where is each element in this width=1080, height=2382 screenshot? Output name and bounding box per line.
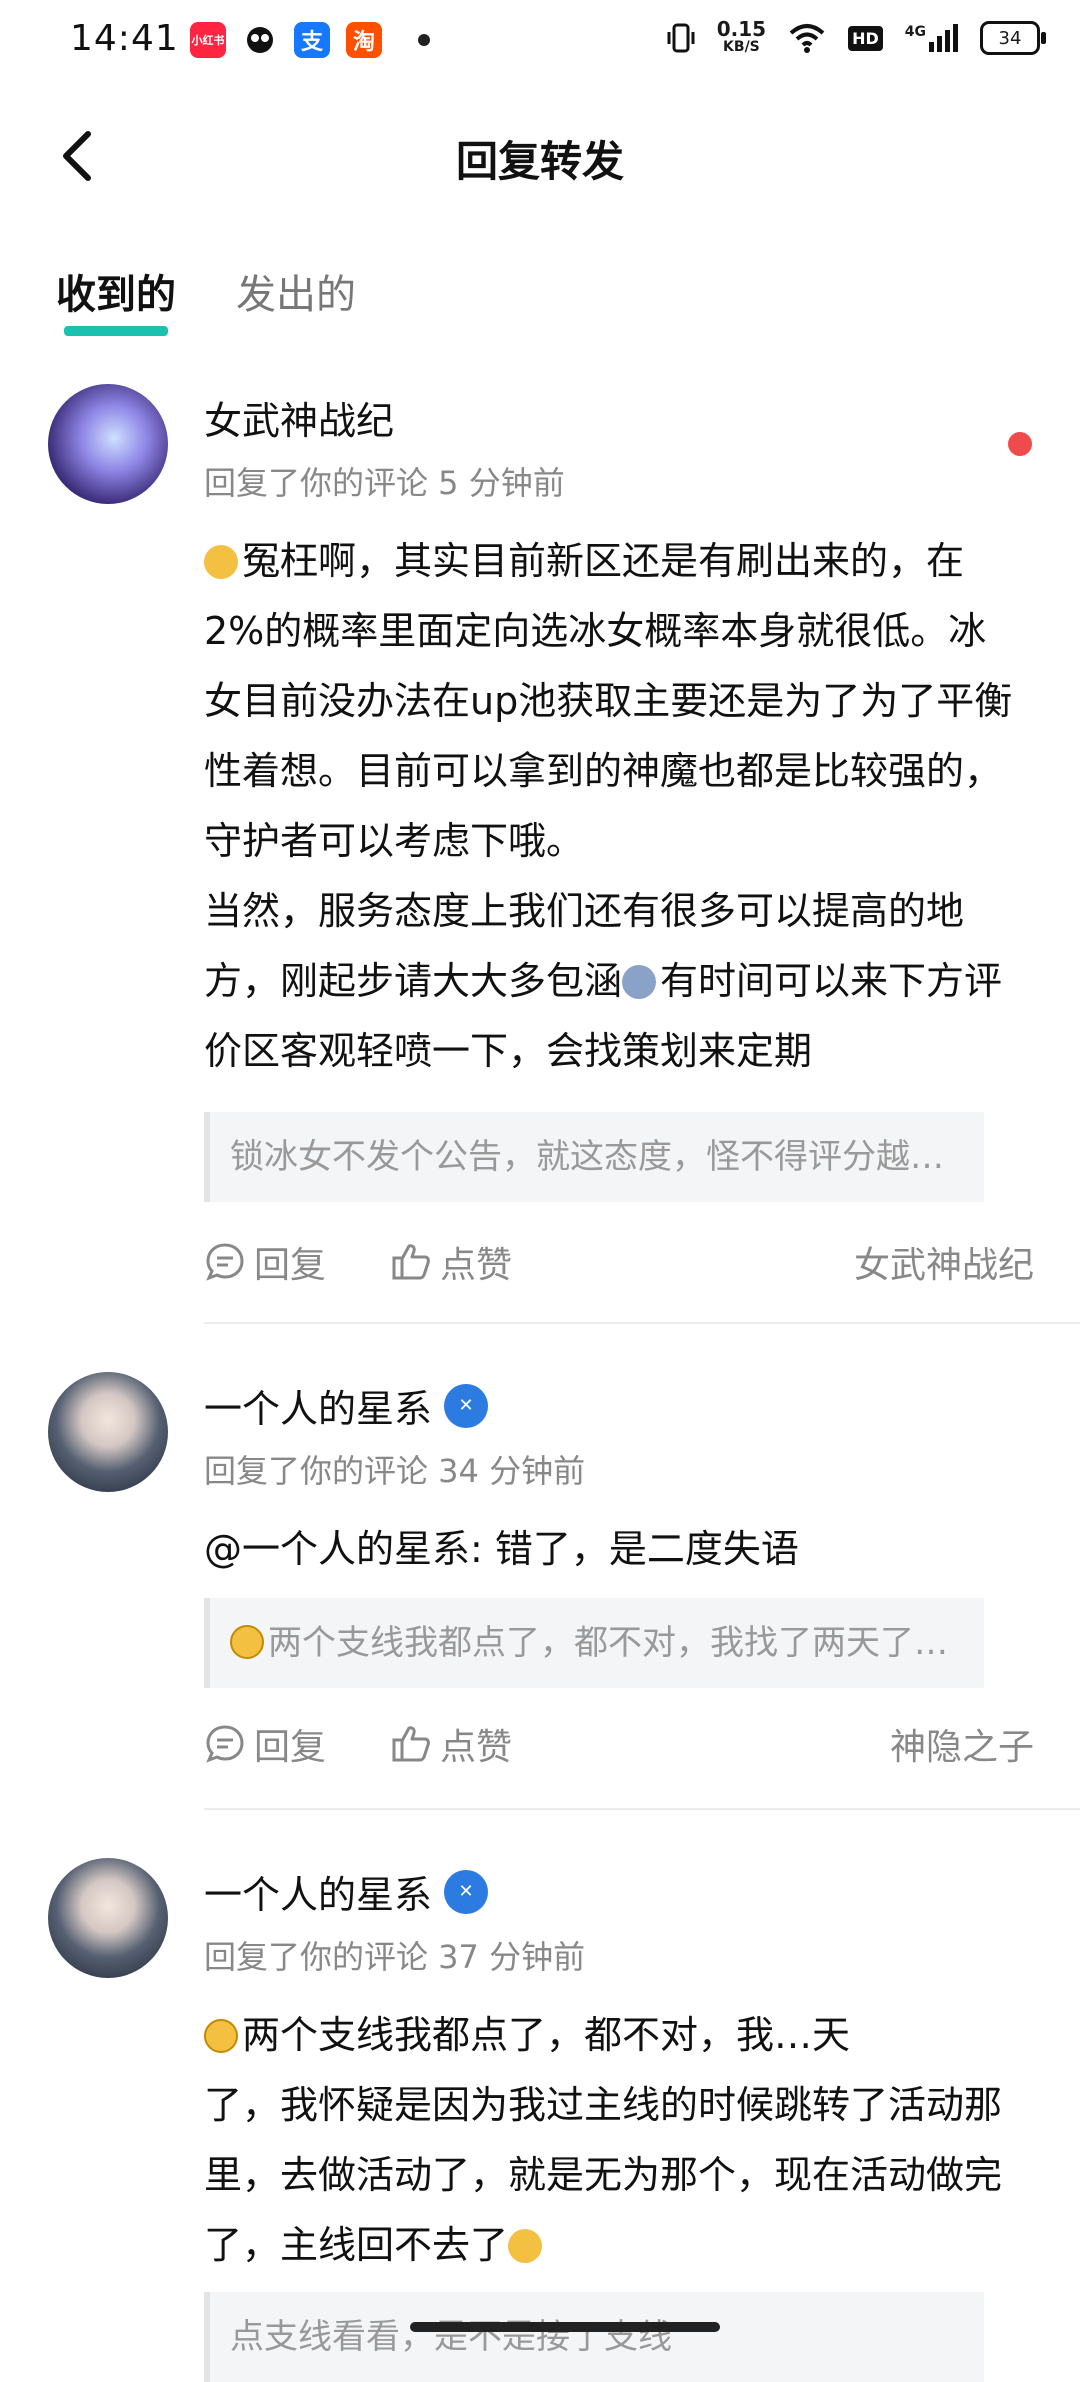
signal-icon: 4G bbox=[905, 24, 958, 52]
tab-sent[interactable]: 发出的 bbox=[236, 262, 356, 322]
unread-dot bbox=[1008, 432, 1032, 456]
reply-meta: 回复了你的评论 34 分钟前 bbox=[204, 1452, 586, 1490]
quoted-comment[interactable]: 点支线看看，是不是接了支线 bbox=[204, 2292, 984, 2382]
divider bbox=[204, 1808, 1080, 1810]
emoji-icon bbox=[204, 2019, 238, 2053]
system-icons: 0.15 KB/S HD 4G 34 bbox=[667, 17, 1046, 56]
comment-icon bbox=[206, 1725, 244, 1763]
thumbs-up-icon bbox=[392, 1726, 430, 1762]
xiaohongshu-icon: 小红书 bbox=[190, 22, 226, 58]
quoted-comment[interactable]: 锁冰女不发个公告，就这态度，怪不得评分越… bbox=[204, 1112, 984, 1202]
vibrate-icon bbox=[667, 23, 695, 53]
battery-icon: 34 bbox=[980, 21, 1046, 55]
avatar[interactable] bbox=[48, 384, 168, 504]
verified-badge-icon: ✕ bbox=[444, 1869, 489, 1914]
quoted-comment[interactable]: 两个支线我都点了，都不对，我找了两天了… bbox=[204, 1598, 984, 1688]
wifi-icon bbox=[789, 24, 825, 53]
hd-icon: HD bbox=[848, 25, 883, 51]
more-notifications-dot bbox=[418, 34, 430, 46]
emoji-icon bbox=[508, 2229, 543, 2263]
status-time: 14:41 bbox=[70, 18, 179, 59]
like-button[interactable]: 点赞 bbox=[390, 1236, 512, 1288]
top-bar: 回复转发 bbox=[0, 110, 1080, 200]
emoji-icon bbox=[230, 1625, 264, 1659]
sender-name[interactable]: 一个人的星系 ✕ bbox=[204, 1378, 489, 1433]
emoji-icon bbox=[622, 965, 657, 999]
home-indicator[interactable] bbox=[410, 2322, 720, 2332]
action-bar: 回复 点赞 女武神战纪 bbox=[204, 1232, 1034, 1292]
like-button[interactable]: 点赞 bbox=[390, 1718, 512, 1770]
reply-meta: 回复了你的评论 37 分钟前 bbox=[204, 1938, 586, 1976]
sender-name[interactable]: 一个人的星系 ✕ bbox=[204, 1864, 489, 1919]
avatar[interactable] bbox=[48, 1858, 168, 1978]
verified-badge-icon: ✕ bbox=[444, 1383, 489, 1428]
panda-app-icon bbox=[242, 22, 278, 58]
thumbs-up-icon bbox=[392, 1244, 430, 1280]
source-name[interactable]: 神隐之子 bbox=[890, 1718, 1034, 1770]
emoji-icon bbox=[204, 545, 238, 579]
active-tab-indicator bbox=[64, 326, 168, 336]
source-name[interactable]: 女武神战纪 bbox=[854, 1236, 1034, 1288]
reply-content[interactable]: @一个人的星系: 错了，是二度失语 bbox=[204, 1514, 1024, 1584]
tab-received[interactable]: 收到的 bbox=[56, 262, 176, 336]
action-bar: 回复 点赞 神隐之子 bbox=[204, 1714, 1034, 1774]
reply-meta: 回复了你的评论 5 分钟前 bbox=[204, 464, 565, 502]
reply-button[interactable]: 回复 bbox=[204, 1718, 326, 1770]
status-bar: 14:41 小红书 支 淘 0.15 KB/S HD 4G 34 bbox=[0, 0, 1080, 84]
notification-icons: 小红书 支 淘 bbox=[190, 22, 430, 58]
reply-button[interactable]: 回复 bbox=[204, 1236, 326, 1288]
page-title: 回复转发 bbox=[455, 137, 624, 186]
comment-icon bbox=[206, 1243, 244, 1281]
reply-content[interactable]: 两个支线我都点了，都不对，我…天 了，我怀疑是因为我过主线的时候跳转了活动那里，… bbox=[204, 2000, 1024, 2280]
alipay-icon: 支 bbox=[294, 22, 330, 58]
network-speed: 0.15 KB/S bbox=[716, 17, 767, 55]
tab-bar: 收到的 发出的 bbox=[56, 262, 356, 336]
avatar[interactable] bbox=[48, 1372, 168, 1492]
taobao-icon: 淘 bbox=[346, 22, 382, 58]
divider bbox=[204, 1322, 1080, 1324]
reply-content[interactable]: 冤枉啊，其实目前新区还是有刷出来的，在2%的概率里面定向选冰女概率本身就很低。冰… bbox=[204, 526, 1024, 1086]
sender-name[interactable]: 女武神战纪 bbox=[204, 390, 394, 445]
